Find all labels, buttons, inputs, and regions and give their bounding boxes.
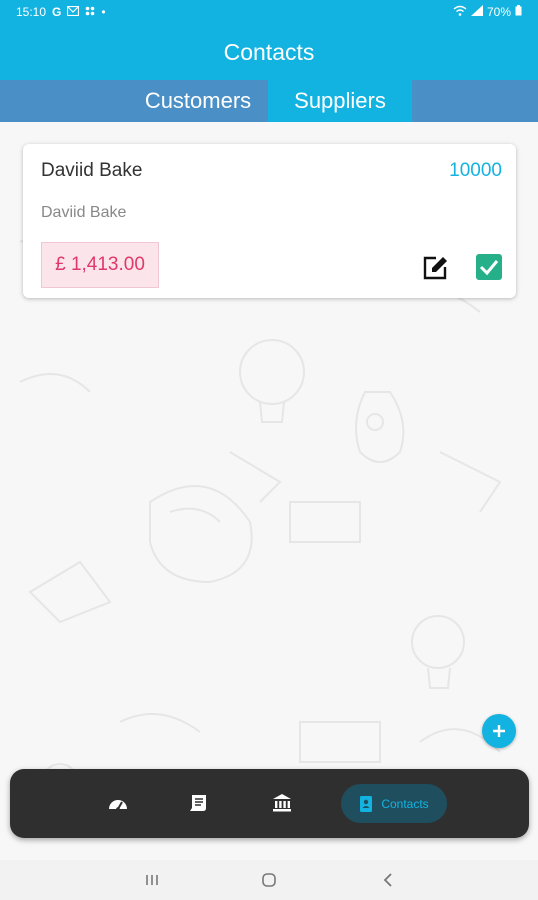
recent-apps-button[interactable]: [142, 870, 162, 890]
back-icon: [383, 873, 392, 887]
tab-suppliers-label: Suppliers: [294, 88, 386, 113]
tab-bar: Customers Suppliers: [0, 80, 538, 122]
contact-list[interactable]: Daviid Bake 10000 Daviid Bake £ 1,413.00: [0, 122, 538, 860]
select-contact-checkbox[interactable]: [474, 252, 504, 282]
edit-icon: [423, 256, 447, 280]
home-icon: [262, 873, 276, 887]
app-bar: Contacts: [0, 24, 538, 80]
status-right: 70%: [453, 5, 522, 19]
system-navigation-bar: [0, 860, 538, 900]
back-button[interactable]: [378, 870, 398, 890]
wifi-icon: [453, 5, 467, 19]
signal-icon: [470, 5, 483, 19]
status-time: 15:10: [16, 5, 47, 19]
tab-customers-label: Customers: [144, 88, 252, 113]
battery-icon: [515, 5, 522, 19]
status-left: 15:10 G •: [16, 5, 106, 19]
home-button[interactable]: [259, 870, 279, 890]
nav-bank[interactable]: [266, 787, 298, 819]
edit-contact-button[interactable]: [420, 253, 450, 283]
contact-subtitle: Daviid Bake: [41, 204, 127, 221]
balance-amount: £ 1,413.00: [55, 254, 145, 275]
bottom-navigation: Contacts: [10, 769, 529, 838]
nav-contacts[interactable]: Contacts: [341, 784, 447, 823]
plus-icon: [493, 725, 505, 737]
checkbox-checked-icon: [476, 254, 502, 280]
dashboard-icon: [109, 800, 127, 811]
grid-icon: [85, 5, 95, 19]
tab-customers[interactable]: Customers: [128, 80, 268, 122]
mail-icon: [67, 5, 80, 19]
recent-apps-icon: [146, 875, 158, 885]
status-bar: 15:10 G • 70%: [0, 0, 538, 24]
page-title: Contacts: [223, 38, 315, 65]
contacts-icon: [360, 795, 373, 812]
balance-badge: £ 1,413.00: [41, 242, 159, 288]
nav-contacts-label: Contacts: [381, 796, 429, 811]
nav-dashboard[interactable]: [102, 787, 134, 819]
dot-icon: •: [101, 5, 106, 19]
contact-card[interactable]: Daviid Bake 10000 Daviid Bake £ 1,413.00: [23, 144, 516, 298]
contact-number: 10000: [449, 160, 502, 181]
invoice-icon: [190, 795, 206, 811]
google-icon: G: [52, 5, 62, 19]
add-contact-button[interactable]: [482, 714, 516, 748]
battery-text: 70%: [486, 5, 511, 19]
contact-name: Daviid Bake: [41, 160, 143, 181]
nav-invoices[interactable]: [182, 787, 214, 819]
bank-icon: [273, 794, 291, 812]
tab-suppliers[interactable]: Suppliers: [268, 80, 412, 122]
